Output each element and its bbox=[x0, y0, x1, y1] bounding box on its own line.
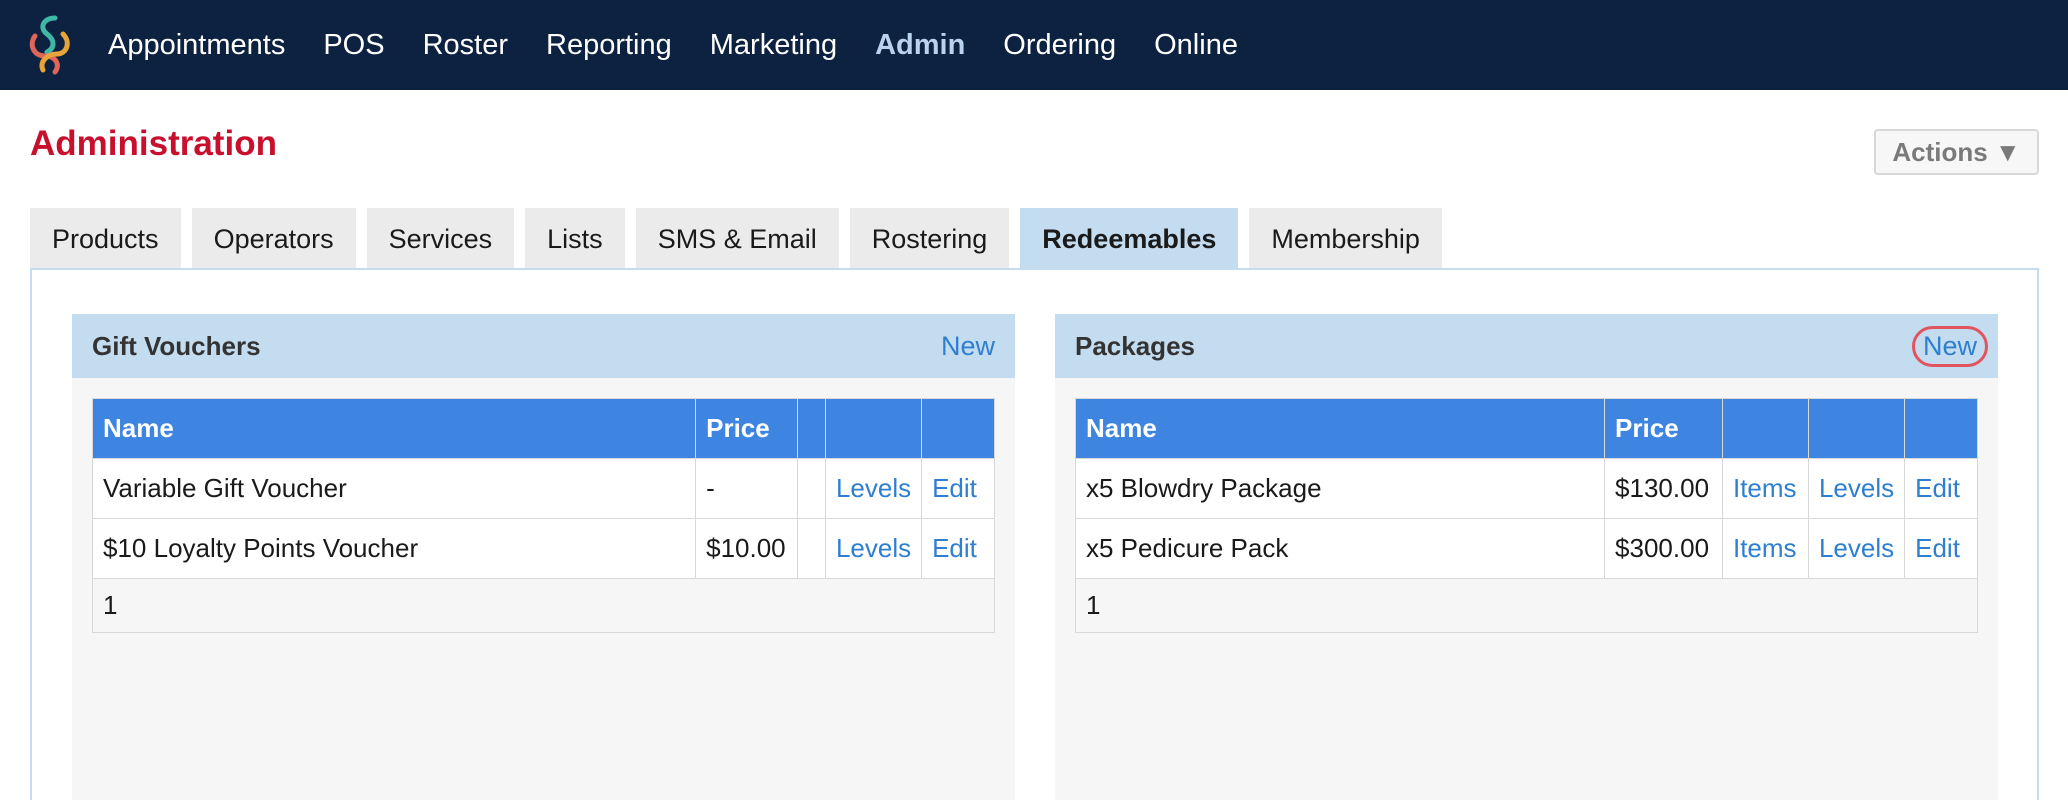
tab-redeemables[interactable]: Redeemables bbox=[1020, 208, 1239, 270]
packages-table: Name Price x5 Blowdry Package $130.00 It… bbox=[1074, 398, 1978, 633]
package-items-link[interactable]: Items bbox=[1721, 458, 1809, 519]
tab-sms-email[interactable]: SMS & Email bbox=[635, 208, 839, 270]
voucher-name: Variable Gift Voucher bbox=[91, 458, 697, 519]
table-row: $10 Loyalty Points Voucher $10.00 Levels… bbox=[91, 518, 995, 579]
nav-item-pos[interactable]: POS bbox=[323, 29, 384, 62]
voucher-levels-link[interactable]: Levels bbox=[824, 458, 923, 519]
packages-title: Packages bbox=[1075, 330, 1195, 361]
package-price: $130.00 bbox=[1604, 458, 1723, 519]
package-edit-link[interactable]: Edit bbox=[1904, 518, 1978, 579]
gift-vouchers-header: Gift Vouchers New bbox=[72, 314, 1015, 378]
gift-vouchers-panel: Gift Vouchers New Name Price Variable Gi… bbox=[72, 314, 1015, 800]
column-header-name[interactable]: Name bbox=[1074, 398, 1606, 459]
table-row: Variable Gift Voucher - Levels Edit bbox=[91, 458, 995, 519]
voucher-edit-link[interactable]: Edit bbox=[921, 518, 995, 579]
tab-services[interactable]: Services bbox=[366, 208, 515, 270]
new-gift-voucher-link[interactable]: New bbox=[931, 327, 1005, 366]
voucher-price: - bbox=[695, 458, 799, 519]
nav-item-ordering[interactable]: Ordering bbox=[1003, 29, 1116, 62]
admin-tabs: Products Operators Services Lists SMS & … bbox=[30, 208, 1442, 270]
nav-item-marketing[interactable]: Marketing bbox=[710, 29, 837, 62]
new-package-link[interactable]: New bbox=[1911, 325, 1988, 367]
column-header-edit bbox=[1904, 398, 1978, 459]
tab-rostering[interactable]: Rostering bbox=[849, 208, 1010, 270]
tab-operators[interactable]: Operators bbox=[191, 208, 356, 270]
table-row: x5 Blowdry Package $130.00 Items Levels … bbox=[1074, 458, 1978, 519]
package-name: x5 Pedicure Pack bbox=[1074, 518, 1606, 579]
tab-products[interactable]: Products bbox=[30, 208, 181, 270]
voucher-name: $10 Loyalty Points Voucher bbox=[91, 518, 697, 579]
column-header-edit bbox=[921, 398, 995, 459]
page-number[interactable]: 1 bbox=[1075, 578, 1978, 633]
blank-cell bbox=[797, 518, 826, 579]
nav-item-admin[interactable]: Admin bbox=[875, 29, 965, 62]
nav-item-appointments[interactable]: Appointments bbox=[108, 29, 285, 62]
column-header-levels bbox=[824, 398, 923, 459]
page-number[interactable]: 1 bbox=[92, 578, 995, 633]
page-title: Administration bbox=[30, 124, 277, 163]
tab-content: Gift Vouchers New Name Price Variable Gi… bbox=[30, 268, 2039, 800]
voucher-edit-link[interactable]: Edit bbox=[921, 458, 995, 519]
column-header-price[interactable]: Price bbox=[1604, 398, 1723, 459]
column-header-name[interactable]: Name bbox=[91, 398, 697, 459]
tab-membership[interactable]: Membership bbox=[1249, 208, 1442, 270]
nav-item-roster[interactable]: Roster bbox=[423, 29, 508, 62]
column-header-items bbox=[1721, 398, 1809, 459]
packages-header: Packages New bbox=[1055, 314, 1998, 378]
table-header-row: Name Price bbox=[1074, 398, 1978, 459]
column-header-price[interactable]: Price bbox=[695, 398, 799, 459]
package-edit-link[interactable]: Edit bbox=[1904, 458, 1978, 519]
column-header-blank bbox=[797, 398, 826, 459]
package-price: $300.00 bbox=[1604, 518, 1723, 579]
column-header-levels bbox=[1807, 398, 1906, 459]
pagination-row: 1 bbox=[92, 578, 995, 633]
gift-vouchers-title: Gift Vouchers bbox=[92, 330, 261, 361]
table-header-row: Name Price bbox=[91, 398, 995, 459]
tab-lists[interactable]: Lists bbox=[525, 208, 625, 270]
top-navigation: Appointments POS Roster Reporting Market… bbox=[0, 0, 2068, 90]
voucher-price: $10.00 bbox=[695, 518, 799, 579]
package-name: x5 Blowdry Package bbox=[1074, 458, 1606, 519]
swirl-logo-icon[interactable] bbox=[24, 14, 74, 76]
nav-item-reporting[interactable]: Reporting bbox=[546, 29, 672, 62]
pagination-row: 1 bbox=[1075, 578, 1978, 633]
blank-cell bbox=[797, 458, 826, 519]
package-items-link[interactable]: Items bbox=[1721, 518, 1809, 579]
package-levels-link[interactable]: Levels bbox=[1807, 518, 1906, 579]
gift-vouchers-table: Name Price Variable Gift Voucher - Level… bbox=[91, 398, 995, 633]
package-levels-link[interactable]: Levels bbox=[1807, 458, 1906, 519]
packages-panel: Packages New Name Price x5 Blowdry Packa… bbox=[1055, 314, 1998, 800]
voucher-levels-link[interactable]: Levels bbox=[824, 518, 923, 579]
table-row: x5 Pedicure Pack $300.00 Items Levels Ed… bbox=[1074, 518, 1978, 579]
nav-item-online[interactable]: Online bbox=[1154, 29, 1238, 62]
actions-dropdown-button[interactable]: Actions ▼ bbox=[1874, 129, 2039, 175]
